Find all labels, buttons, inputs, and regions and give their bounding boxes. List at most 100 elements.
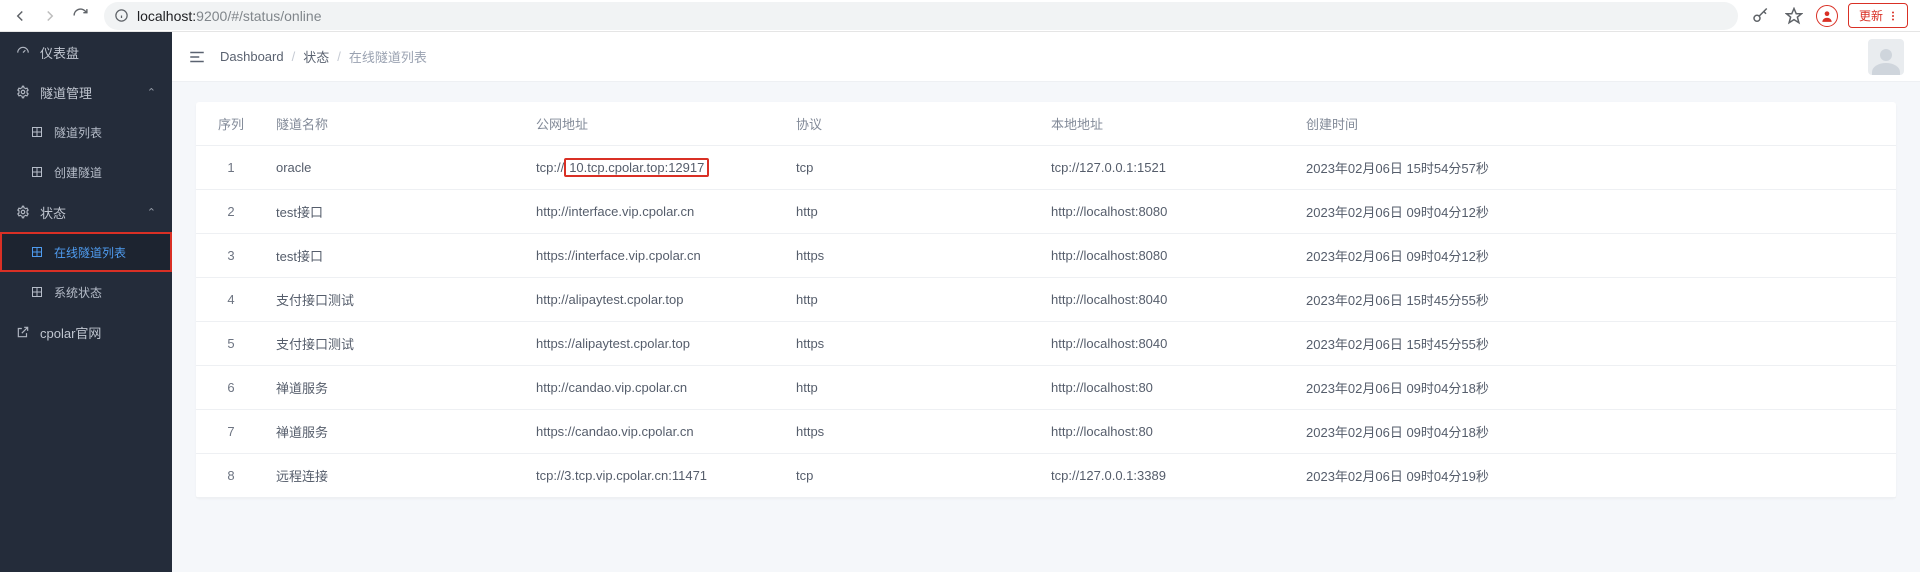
public-url-prefix: tcp:// — [536, 160, 564, 175]
cell-name: 支付接口测试 — [266, 278, 526, 322]
cell-idx: 8 — [196, 454, 266, 498]
cell-public-url[interactable]: http://alipaytest.cpolar.top — [526, 278, 786, 322]
table-row: 6禅道服务http://candao.vip.cpolar.cnhttphttp… — [196, 366, 1896, 410]
cell-idx: 4 — [196, 278, 266, 322]
url-port: 9200 — [196, 8, 227, 24]
cell-idx: 3 — [196, 234, 266, 278]
breadcrumb-current: 在线隧道列表 — [349, 47, 427, 66]
col-local: 本地地址 — [1041, 102, 1296, 146]
sidebar-item-tunnel-mgmt[interactable]: 隧道管理 ⌃ — [0, 72, 172, 112]
breadcrumb-sep: / — [337, 49, 341, 64]
gear-icon — [16, 205, 30, 219]
cell-name: 远程连接 — [266, 454, 526, 498]
cell-local-url[interactable]: http://localhost:80 — [1041, 410, 1296, 454]
grid-icon — [30, 246, 44, 258]
table-row: 3test接口https://interface.vip.cpolar.cnht… — [196, 234, 1896, 278]
sidebar-item-label: 仪表盘 — [40, 43, 156, 62]
grid-icon — [30, 126, 44, 138]
cell-idx: 7 — [196, 410, 266, 454]
chevron-up-icon: ⌃ — [147, 86, 156, 99]
col-idx: 序列 — [196, 102, 266, 146]
sidebar-item-label: 隧道列表 — [54, 124, 102, 141]
cell-proto: https — [786, 322, 1041, 366]
site-info-icon[interactable] — [114, 8, 129, 23]
cell-name: 支付接口测试 — [266, 322, 526, 366]
key-icon[interactable] — [1748, 4, 1772, 28]
avatar[interactable] — [1868, 39, 1904, 75]
browser-update-button[interactable]: 更新 — [1848, 3, 1908, 28]
cell-public-url[interactable]: https://alipaytest.cpolar.top — [526, 322, 786, 366]
sidebar-item-official-site[interactable]: cpolar官网 — [0, 312, 172, 352]
sidebar-item-tunnel-create[interactable]: 创建隧道 — [0, 152, 172, 192]
cell-local-url[interactable]: http://localhost:8080 — [1041, 190, 1296, 234]
cell-time: 2023年02月06日 09时04分12秒 — [1296, 234, 1896, 278]
cell-proto: http — [786, 190, 1041, 234]
cell-local-url[interactable]: http://localhost:80 — [1041, 366, 1296, 410]
cell-time: 2023年02月06日 15时45分55秒 — [1296, 278, 1896, 322]
cell-idx: 6 — [196, 366, 266, 410]
cell-time: 2023年02月06日 09时04分12秒 — [1296, 190, 1896, 234]
breadcrumb-item[interactable]: 状态 — [303, 47, 329, 66]
gauge-icon — [16, 45, 30, 59]
table-row: 4支付接口测试http://alipaytest.cpolar.tophttph… — [196, 278, 1896, 322]
cell-idx: 5 — [196, 322, 266, 366]
sidebar-item-status-online[interactable]: 在线隧道列表 — [0, 232, 172, 272]
sidebar-item-tunnel-list[interactable]: 隧道列表 — [0, 112, 172, 152]
public-url-highlight: 10.tcp.cpolar.top:12917 — [564, 158, 709, 177]
sidebar-item-label: 系统状态 — [54, 284, 102, 301]
cell-proto: tcp — [786, 454, 1041, 498]
sidebar: 仪表盘 隧道管理 ⌃ 隧道列表 创建隧道 状态 ⌃ — [0, 32, 172, 572]
forward-button[interactable] — [36, 2, 64, 30]
sidebar-item-dashboard[interactable]: 仪表盘 — [0, 32, 172, 72]
cell-proto: https — [786, 234, 1041, 278]
cell-local-url[interactable]: http://localhost:8040 — [1041, 278, 1296, 322]
cell-local-url[interactable]: http://localhost:8080 — [1041, 234, 1296, 278]
cell-public-url[interactable]: tcp://10.tcp.cpolar.top:12917 — [526, 146, 786, 190]
back-button[interactable] — [6, 2, 34, 30]
url-text: localhost:9200/#/status/online — [137, 8, 321, 24]
tunnel-table-panel: 序列 隧道名称 公网地址 协议 本地地址 创建时间 1oracletcp://1… — [196, 102, 1896, 498]
cell-name: 禅道服务 — [266, 366, 526, 410]
cell-public-url[interactable]: https://candao.vip.cpolar.cn — [526, 410, 786, 454]
url-path: /#/status/online — [227, 8, 321, 24]
cell-public-url[interactable]: http://candao.vip.cpolar.cn — [526, 366, 786, 410]
breadcrumb-sep: / — [292, 49, 296, 64]
table-header-row: 序列 隧道名称 公网地址 协议 本地地址 创建时间 — [196, 102, 1896, 146]
profile-avatar-icon[interactable] — [1816, 5, 1838, 27]
cell-local-url[interactable]: http://localhost:8040 — [1041, 322, 1296, 366]
url-host: localhost: — [137, 8, 196, 24]
update-label: 更新 — [1859, 7, 1883, 24]
reload-button[interactable] — [66, 2, 94, 30]
bookmark-star-icon[interactable] — [1782, 4, 1806, 28]
breadcrumb: Dashboard / 状态 / 在线隧道列表 — [220, 47, 427, 66]
cell-name: oracle — [266, 146, 526, 190]
cell-public-url[interactable]: tcp://3.tcp.vip.cpolar.cn:11471 — [526, 454, 786, 498]
cell-time: 2023年02月06日 15时45分55秒 — [1296, 322, 1896, 366]
chrome-right-cluster: 更新 — [1748, 3, 1914, 28]
cell-time: 2023年02月06日 09时04分19秒 — [1296, 454, 1896, 498]
col-name: 隧道名称 — [266, 102, 526, 146]
menu-toggle-icon[interactable] — [188, 48, 206, 66]
cell-name: 禅道服务 — [266, 410, 526, 454]
cell-local-url[interactable]: tcp://127.0.0.1:3389 — [1041, 454, 1296, 498]
cell-idx: 2 — [196, 190, 266, 234]
app-shell: 仪表盘 隧道管理 ⌃ 隧道列表 创建隧道 状态 ⌃ — [0, 32, 1920, 572]
sidebar-item-label: 隧道管理 — [40, 83, 137, 102]
topbar: Dashboard / 状态 / 在线隧道列表 — [172, 32, 1920, 82]
sidebar-item-label: cpolar官网 — [40, 323, 156, 342]
cell-public-url[interactable]: https://interface.vip.cpolar.cn — [526, 234, 786, 278]
cell-time: 2023年02月06日 09时04分18秒 — [1296, 366, 1896, 410]
table-row: 2test接口http://interface.vip.cpolar.cnhtt… — [196, 190, 1896, 234]
sidebar-item-label: 状态 — [40, 203, 137, 222]
sidebar-item-status[interactable]: 状态 ⌃ — [0, 192, 172, 232]
cell-public-url[interactable]: http://interface.vip.cpolar.cn — [526, 190, 786, 234]
cell-proto: http — [786, 278, 1041, 322]
cell-name: test接口 — [266, 234, 526, 278]
gear-icon — [16, 85, 30, 99]
cell-local-url[interactable]: tcp://127.0.0.1:1521 — [1041, 146, 1296, 190]
table-row: 1oracletcp://10.tcp.cpolar.top:12917tcpt… — [196, 146, 1896, 190]
breadcrumb-item[interactable]: Dashboard — [220, 49, 284, 64]
grid-icon — [30, 286, 44, 298]
address-bar[interactable]: localhost:9200/#/status/online — [104, 2, 1738, 30]
sidebar-item-status-system[interactable]: 系统状态 — [0, 272, 172, 312]
